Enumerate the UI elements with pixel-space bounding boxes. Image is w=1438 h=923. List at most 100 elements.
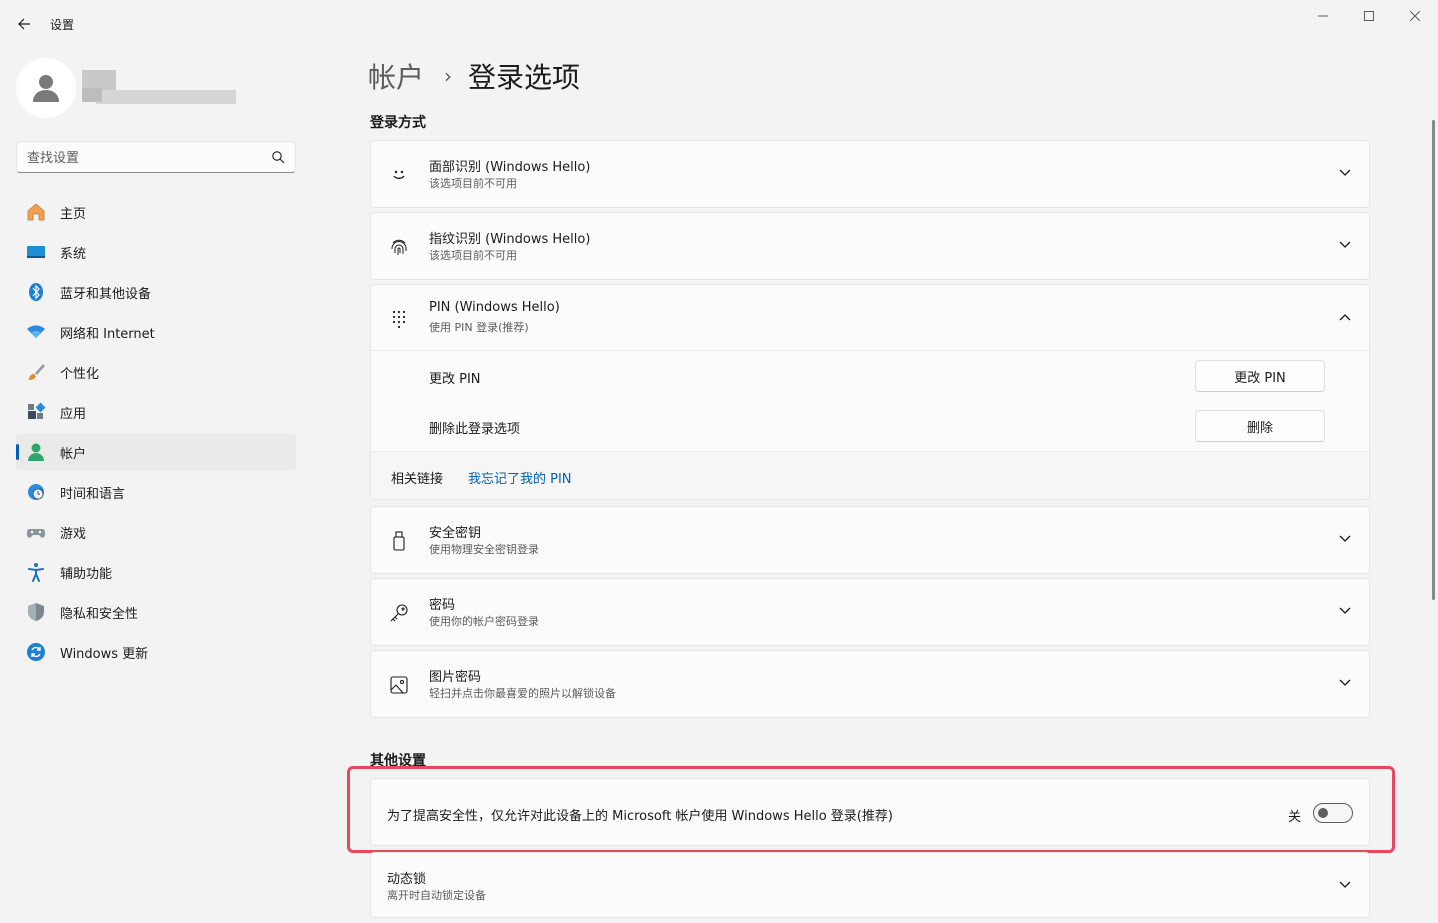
sidebar-item-label: 系统: [60, 246, 87, 262]
user-profile[interactable]: [16, 58, 296, 118]
sidebar-item-label: 游戏: [60, 526, 87, 542]
maximize-button[interactable]: [1346, 4, 1392, 28]
card-subtitle: 该选项目前不可用: [429, 177, 517, 190]
face-recognition-card[interactable]: 面部识别 (Windows Hello) 该选项目前不可用: [370, 140, 1370, 208]
back-arrow-icon: [18, 18, 30, 30]
sidebar-item-bluetooth[interactable]: 蓝牙和其他设备: [16, 274, 296, 310]
change-pin-row: 更改 PIN 更改 PIN: [371, 351, 1369, 401]
picture-password-card[interactable]: 图片密码 轻扫并点击你最喜爱的照片以解锁设备: [370, 650, 1370, 718]
sidebar-item-time-language[interactable]: 时间和语言: [16, 474, 296, 510]
sidebar-item-privacy[interactable]: 隐私和安全性: [16, 594, 296, 630]
user-avatar-icon: [33, 75, 59, 102]
card-title: 图片密码: [429, 670, 482, 685]
minimize-icon: [1318, 15, 1328, 17]
chevron-down-icon[interactable]: [1337, 531, 1353, 547]
apps-icon: [26, 402, 46, 422]
sidebar-item-home[interactable]: 主页: [16, 194, 296, 230]
card-subtitle: 使用你的帐户密码登录: [429, 615, 539, 628]
sidebar-item-personalization[interactable]: 个性化: [16, 354, 296, 390]
sidebar-nav: 主页 系统 蓝牙和其他设备 网络和 Internet 个性化 应用 帐户 时间和…: [16, 194, 296, 674]
card-subtitle: 使用物理安全密钥登录: [429, 543, 539, 556]
chevron-down-icon[interactable]: [1337, 675, 1353, 691]
remove-signin-row: 删除此登录选项 删除: [371, 401, 1369, 451]
scrollbar[interactable]: [1432, 120, 1435, 600]
sidebar-item-label: 辅助功能: [60, 566, 113, 582]
change-pin-label: 更改 PIN: [429, 372, 481, 387]
security-key-card[interactable]: 安全密钥 使用物理安全密钥登录: [370, 506, 1370, 574]
sidebar-item-label: 蓝牙和其他设备: [60, 286, 152, 302]
forgot-pin-link[interactable]: 我忘记了我的 PIN: [468, 468, 572, 487]
brush-icon: [26, 362, 46, 382]
sidebar-item-system[interactable]: 系统: [16, 234, 296, 270]
accessibility-icon: [26, 562, 46, 582]
breadcrumb: 帐户 › 登录选项: [368, 56, 580, 96]
sidebar-item-network[interactable]: 网络和 Internet: [16, 314, 296, 350]
related-links-label: 相关链接: [391, 472, 444, 487]
remove-signin-label: 删除此登录选项: [429, 422, 521, 437]
bluetooth-icon: [26, 282, 46, 302]
sidebar-item-label: 隐私和安全性: [60, 606, 139, 622]
maximize-icon: [1364, 11, 1374, 21]
card-subtitle: 使用 PIN 登录(推荐): [429, 321, 529, 334]
keypad-icon: [387, 307, 411, 331]
key-icon: [387, 601, 411, 625]
wifi-icon: [26, 322, 46, 342]
gamepad-icon: [26, 522, 46, 542]
highlight-box: [347, 766, 1395, 853]
sidebar-item-apps[interactable]: 应用: [16, 394, 296, 430]
clock-globe-icon: [26, 482, 46, 502]
chevron-down-icon[interactable]: [1337, 165, 1353, 181]
avatar: [16, 58, 76, 118]
close-button[interactable]: [1392, 4, 1438, 28]
sidebar-item-accounts[interactable]: 帐户: [16, 434, 296, 470]
title-bar: 设置: [0, 0, 1438, 48]
password-card[interactable]: 密码 使用你的帐户密码登录: [370, 578, 1370, 646]
page-title: 登录选项: [468, 61, 581, 94]
related-links: 相关链接 我忘记了我的 PIN: [371, 451, 1369, 499]
chevron-down-icon[interactable]: [1337, 877, 1353, 893]
remove-button[interactable]: 删除: [1195, 410, 1325, 442]
fingerprint-icon: [387, 235, 411, 259]
card-title: 密码: [429, 598, 456, 613]
card-title: 安全密钥: [429, 526, 482, 541]
shield-icon: [26, 602, 46, 622]
breadcrumb-separator: ›: [444, 64, 453, 88]
sidebar-item-label: 个性化: [60, 366, 100, 382]
sidebar-item-label: Windows 更新: [60, 646, 149, 662]
card-title: 动态锁: [387, 872, 427, 887]
card-subtitle: 该选项目前不可用: [429, 249, 517, 262]
search-box[interactable]: [16, 141, 296, 173]
fingerprint-card[interactable]: 指纹识别 (Windows Hello) 该选项目前不可用: [370, 212, 1370, 280]
app-title: 设置: [50, 18, 75, 32]
sidebar-item-label: 网络和 Internet: [60, 326, 155, 342]
sidebar-item-label: 主页: [60, 206, 87, 222]
card-title: PIN (Windows Hello): [429, 300, 560, 315]
usb-key-icon: [387, 529, 411, 553]
breadcrumb-parent[interactable]: 帐户: [368, 56, 424, 96]
card-subtitle: 轻扫并点击你最喜爱的照片以解锁设备: [429, 687, 616, 700]
update-icon: [26, 642, 46, 662]
search-input[interactable]: [27, 148, 267, 168]
minimize-button[interactable]: [1300, 4, 1346, 28]
account-icon: [26, 442, 46, 462]
change-pin-button[interactable]: 更改 PIN: [1195, 360, 1325, 392]
pin-card: PIN (Windows Hello) 使用 PIN 登录(推荐) 更改 PIN…: [370, 284, 1370, 500]
section-title-signin: 登录方式: [370, 115, 426, 131]
back-button[interactable]: [10, 12, 38, 36]
chevron-down-icon[interactable]: [1337, 237, 1353, 253]
sidebar-item-label: 时间和语言: [60, 486, 126, 502]
chevron-up-icon[interactable]: [1337, 309, 1353, 325]
pin-card-header[interactable]: PIN (Windows Hello) 使用 PIN 登录(推荐): [371, 285, 1369, 351]
sidebar-item-label: 应用: [60, 406, 87, 422]
sidebar-item-accessibility[interactable]: 辅助功能: [16, 554, 296, 590]
card-title: 指纹识别 (Windows Hello): [429, 232, 591, 247]
search-icon: [272, 151, 285, 164]
blurred-username: [82, 70, 236, 110]
system-icon: [26, 242, 46, 262]
sidebar-item-windows-update[interactable]: Windows 更新: [16, 634, 296, 670]
sidebar-item-gaming[interactable]: 游戏: [16, 514, 296, 550]
sidebar-item-label: 帐户: [60, 446, 87, 462]
chevron-down-icon[interactable]: [1337, 603, 1353, 619]
close-icon: [1410, 11, 1420, 21]
dynamic-lock-card[interactable]: 动态锁 离开时自动锁定设备: [370, 852, 1370, 918]
